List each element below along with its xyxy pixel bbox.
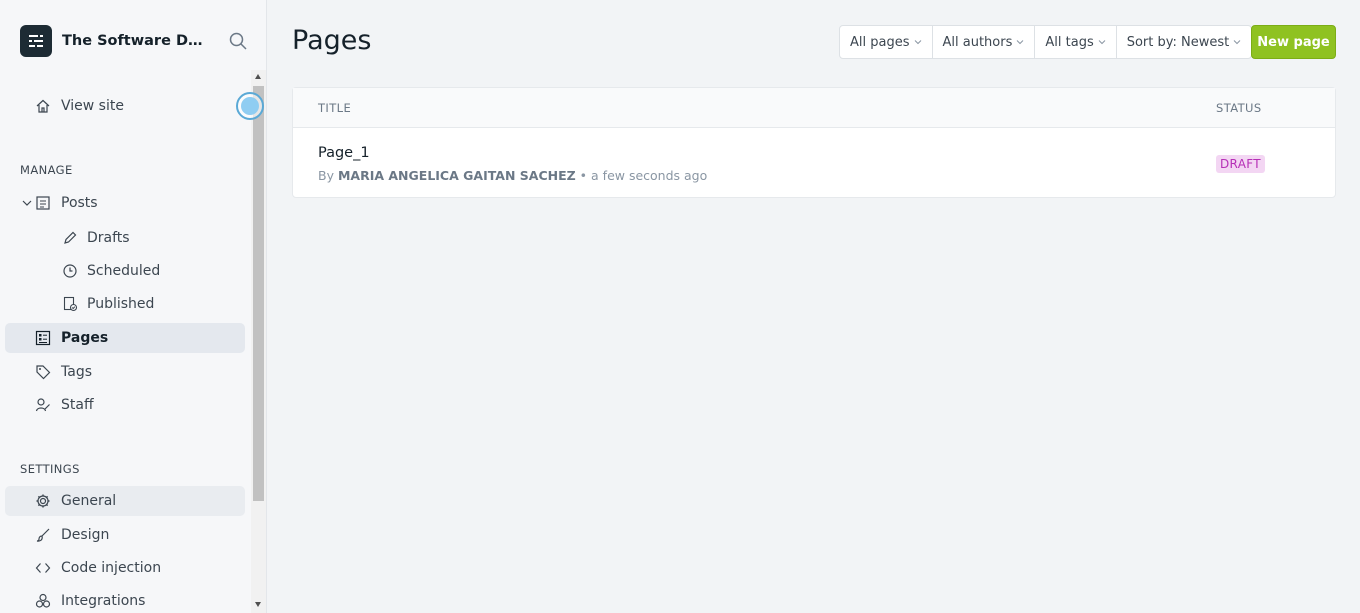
sidebar-item-label: Tags: [61, 364, 92, 380]
cursor-indicator: [236, 92, 264, 120]
table-header: TITLE STATUS: [293, 88, 1335, 128]
chevron-down-icon[interactable]: [21, 197, 33, 209]
sidebar-item-label: View site: [61, 98, 124, 114]
new-page-button[interactable]: New page: [1251, 25, 1336, 59]
sidebar-item-label: Staff: [61, 397, 94, 413]
filter-author-dropdown[interactable]: All authors: [933, 26, 1036, 58]
sidebar-item-label: Scheduled: [87, 263, 161, 279]
sort-dropdown[interactable]: Sort by: Newest: [1117, 26, 1252, 58]
filter-bar: All pages All authors All tags Sort by: …: [839, 25, 1253, 59]
sidebar-item-label: Integrations: [61, 593, 146, 609]
filter-tag-dropdown[interactable]: All tags: [1035, 26, 1117, 58]
sidebar-item-view-site[interactable]: View site: [5, 91, 245, 121]
scrollbar-thumb[interactable]: [253, 86, 264, 501]
chevron-down-icon: [1098, 40, 1106, 45]
sidebar-item-posts[interactable]: Posts: [5, 188, 245, 218]
settings-heading: SETTINGS: [20, 462, 80, 476]
chevron-down-icon: [914, 40, 921, 45]
chevron-down-icon: [1017, 40, 1024, 45]
sidebar-item-label: Code injection: [61, 560, 162, 576]
posts-icon: [35, 195, 51, 211]
by-prefix: By: [318, 168, 334, 183]
sidebar-item-drafts[interactable]: Drafts: [5, 223, 245, 253]
filter-label: All pages: [850, 34, 910, 50]
sidebar-item-label: Design: [61, 527, 110, 543]
sidebar-item-label: Published: [87, 296, 155, 312]
page-meta: By MARIA ANGELICA GAITAN SACHEZ • a few …: [318, 168, 707, 183]
page-title-cell[interactable]: Page_1: [318, 145, 370, 161]
sidebar-item-label: Posts: [61, 195, 98, 211]
tag-icon: [35, 364, 51, 380]
scroll-down-icon[interactable]: [255, 602, 261, 607]
meta-separator: •: [579, 168, 588, 183]
sidebar-item-scheduled[interactable]: Scheduled: [5, 256, 245, 286]
sidebar-item-published[interactable]: Published: [5, 289, 245, 319]
pencil-icon: [62, 230, 78, 246]
brand[interactable]: The Software Design Hub: [20, 25, 212, 57]
integrations-icon: [35, 593, 51, 609]
sidebar-scrollbar[interactable]: [251, 70, 266, 613]
filter-label: All tags: [1045, 34, 1094, 50]
home-icon: [35, 98, 51, 114]
published-icon: [62, 296, 78, 312]
sidebar-item-pages[interactable]: Pages: [5, 323, 245, 353]
sidebar-item-code-injection[interactable]: Code injection: [5, 553, 245, 583]
ghost-logo-icon: [20, 25, 52, 57]
filter-type-dropdown[interactable]: All pages: [840, 26, 933, 58]
sidebar-item-tags[interactable]: Tags: [5, 357, 245, 387]
search-icon[interactable]: [228, 31, 248, 51]
chevron-down-icon: [1233, 40, 1241, 45]
brush-icon: [35, 527, 51, 543]
scroll-up-icon[interactable]: [255, 74, 261, 79]
code-icon: [35, 560, 51, 576]
sidebar: The Software Design Hub View site MANAGE…: [0, 0, 267, 613]
author-name: MARIA ANGELICA GAITAN SACHEZ: [337, 168, 576, 183]
pages-table: TITLE STATUS Page_1 By MARIA ANGELICA GA…: [292, 87, 1336, 198]
staff-icon: [35, 397, 51, 413]
sidebar-nav: View site MANAGE Posts Drafts Scheduled …: [0, 70, 251, 613]
main-content: Pages All pages All authors All tags Sor…: [267, 0, 1360, 613]
pages-icon: [35, 330, 51, 346]
status-badge: DRAFT: [1216, 155, 1265, 173]
sidebar-item-label: Drafts: [87, 230, 130, 246]
sidebar-item-label: Pages: [61, 330, 109, 346]
clock-icon: [62, 263, 78, 279]
sidebar-item-general[interactable]: General: [5, 486, 245, 516]
manage-heading: MANAGE: [20, 163, 73, 177]
updated-time: a few seconds ago: [591, 168, 708, 183]
sidebar-item-staff[interactable]: Staff: [5, 390, 245, 420]
gear-icon: [35, 493, 51, 509]
sidebar-item-label: General: [61, 493, 117, 509]
filter-label: All authors: [942, 34, 1013, 50]
sidebar-item-integrations[interactable]: Integrations: [5, 586, 245, 613]
filter-label: Sort by: Newest: [1126, 34, 1230, 50]
column-header-status: STATUS: [1216, 101, 1262, 115]
page-title: Pages: [292, 25, 372, 56]
table-row[interactable]: Page_1 By MARIA ANGELICA GAITAN SACHEZ •…: [293, 128, 1335, 198]
column-header-title: TITLE: [318, 101, 352, 115]
site-name: The Software Design Hub: [62, 33, 212, 49]
sidebar-item-design[interactable]: Design: [5, 520, 245, 550]
